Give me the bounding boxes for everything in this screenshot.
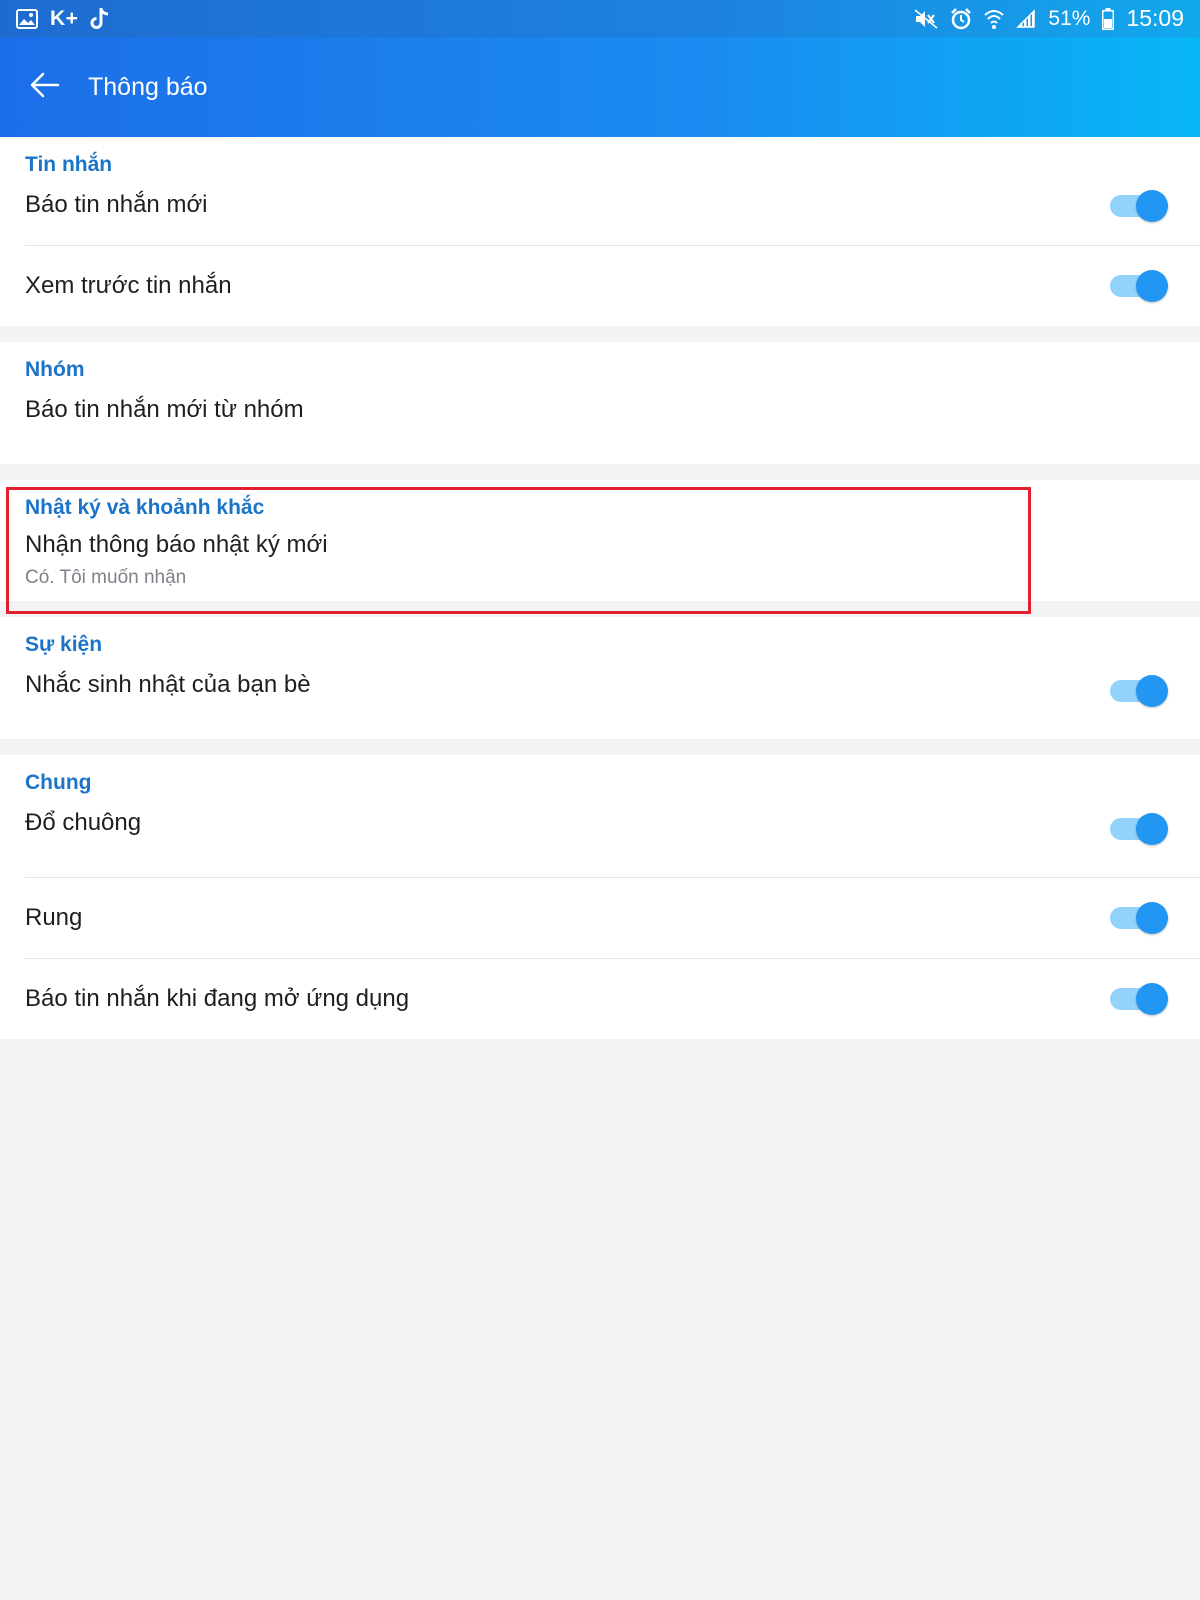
ringtone-toggle[interactable] [1110, 813, 1168, 845]
vibrate-toggle[interactable] [1110, 902, 1168, 934]
setting-row-diary-notification[interactable]: Nhận thông báo nhật ký mới Có. Tôi muốn … [0, 518, 1200, 605]
kplus-app-label: K+ [50, 6, 79, 30]
tiktok-icon [90, 7, 110, 31]
alarm-icon [950, 7, 972, 30]
section-title-events: Sự kiện [25, 633, 103, 656]
status-bar-left: K+ [16, 7, 110, 31]
battery-icon [1102, 7, 1115, 30]
app-header: Thông báo [0, 37, 1200, 137]
setting-label: Xem trước tin nhắn [25, 272, 232, 299]
back-button[interactable] [0, 37, 90, 137]
setting-label: Rung [25, 904, 83, 931]
section-messages: Tin nhắn Báo tin nhắn mới Xem trước tin … [0, 137, 1200, 326]
wifi-icon [984, 8, 1005, 30]
setting-row-group-message[interactable]: Báo tin nhắn mới từ nhóm [0, 380, 1200, 464]
status-bar-right: 51% 15:09 [914, 5, 1184, 32]
signal-icon [1016, 8, 1036, 29]
setting-row-vibrate[interactable]: Rung [0, 878, 1200, 958]
battery-percent: 51% [1048, 6, 1091, 30]
section-group: Nhóm Báo tin nhắn mới từ nhóm [0, 342, 1200, 464]
setting-row-birthday[interactable]: Nhắc sinh nhật của bạn bè [0, 655, 1200, 739]
section-diary: Nhật ký và khoảnh khắc Nhận thông báo nh… [0, 480, 1200, 601]
clock: 15:09 [1126, 5, 1184, 31]
new-message-toggle[interactable] [1110, 190, 1168, 222]
section-events: Sự kiện Nhắc sinh nhật của bạn bè [0, 617, 1200, 739]
setting-label: Báo tin nhắn mới từ nhóm [25, 396, 304, 423]
setting-label: Báo tin nhắn mới [25, 191, 208, 218]
setting-label: Đổ chuông [25, 809, 142, 836]
setting-row-ringtone[interactable]: Đổ chuông [0, 793, 1200, 877]
status-bar: K+ 51% 15:09 [0, 0, 1200, 37]
setting-row-new-message[interactable]: Báo tin nhắn mới [0, 175, 1200, 245]
birthday-toggle[interactable] [1110, 675, 1168, 707]
setting-row-in-app-notification[interactable]: Báo tin nhắn khi đang mở ứng dụng [0, 959, 1200, 1039]
page-title: Thông báo [88, 72, 208, 101]
preview-message-toggle[interactable] [1110, 270, 1168, 302]
section-title-general: Chung [25, 771, 92, 794]
gallery-icon [16, 8, 38, 29]
setting-label: Nhận thông báo nhật ký mới [25, 531, 328, 558]
section-title-messages: Tin nhắn [25, 153, 113, 176]
section-title-group: Nhóm [25, 358, 85, 381]
setting-label: Nhắc sinh nhật của bạn bè [25, 671, 311, 698]
in-app-notification-toggle[interactable] [1110, 983, 1168, 1015]
setting-row-preview-message[interactable]: Xem trước tin nhắn [0, 246, 1200, 326]
settings-list: Tin nhắn Báo tin nhắn mới Xem trước tin … [0, 137, 1200, 1055]
section-general: Chung Đổ chuông Rung Báo tin nhắn khi đa… [0, 755, 1200, 1039]
setting-label: Báo tin nhắn khi đang mở ứng dụng [25, 985, 410, 1012]
arrow-left-icon [30, 72, 60, 103]
mute-icon [914, 8, 938, 29]
section-title-diary: Nhật ký và khoảnh khắc [25, 496, 265, 519]
setting-sublabel: Có. Tôi muốn nhận [25, 567, 187, 588]
